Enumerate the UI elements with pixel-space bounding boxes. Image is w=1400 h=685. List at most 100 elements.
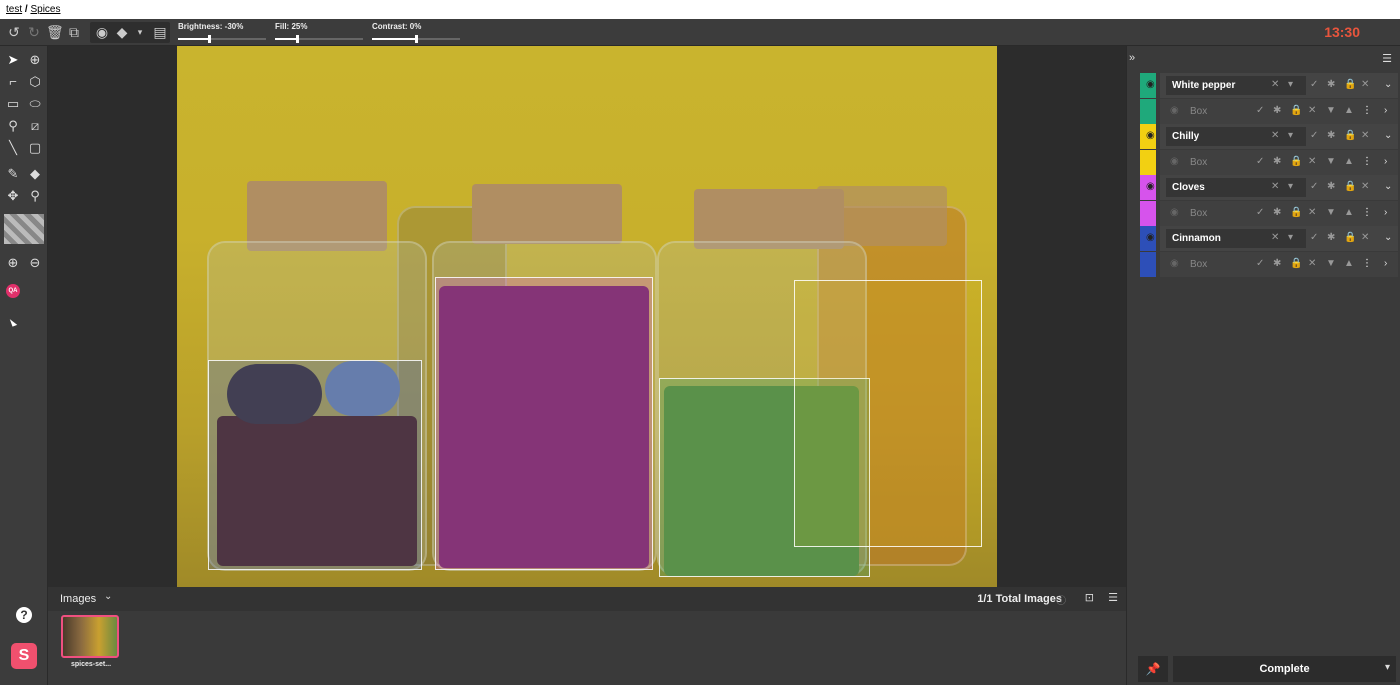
bug-icon[interactable]: ✱ [1327,79,1335,90]
annotation-row-1[interactable]: ◉ Box ✓ ✱ 🔒 ✕ ▼ ▲ ⋮ › [1140,150,1398,175]
class-row-1[interactable]: ◉ Chilly ✕ ▾ ✓ ✱ 🔒 ✕ ⌄ [1140,124,1398,149]
check-icon[interactable]: ✓ [1310,181,1318,192]
fill-slider[interactable]: Fill: 25% [275,22,363,43]
class-row-3[interactable]: ◉ Cinnamon ✕ ▾ ✓ ✱ 🔒 ✕ ⌄ [1140,226,1398,251]
eye-icon[interactable]: ◉ [94,24,110,40]
select-tool-icon[interactable]: ➤ [5,52,21,68]
complete-button[interactable]: Complete [1173,656,1396,682]
chevron-double-down-icon[interactable]: ⌄ [104,591,112,602]
class-visibility-icon[interactable]: ◉ [1146,232,1155,243]
class-visibility-icon[interactable]: ◉ [1146,130,1155,141]
images-panel-title[interactable]: Images [60,593,96,605]
close-icon[interactable]: ✕ [1361,130,1369,141]
close-icon[interactable]: ✕ [1308,258,1316,269]
thumbs-down-icon[interactable]: ▼ [1326,105,1336,116]
target-tool-icon[interactable]: ⊕ [27,52,43,68]
collapse-panel-icon[interactable]: » [1129,52,1135,64]
check-icon[interactable]: ✓ [1310,232,1318,243]
clear-icon[interactable]: ✕ [1271,130,1279,141]
annotation-row-3[interactable]: ◉ Box ✓ ✱ 🔒 ✕ ▼ ▲ ⋮ › [1140,252,1398,277]
lock-icon[interactable]: 🔒 [1290,156,1302,167]
move-tool-icon[interactable]: ✥ [5,188,21,204]
lock-icon[interactable]: 🔒 [1290,258,1302,269]
copy-icon[interactable]: ⧉ [66,24,82,40]
more-icon[interactable]: ⋮ [1362,156,1372,167]
focus-icon[interactable]: ⊡ [1085,591,1094,604]
breadcrumb-project[interactable]: test [6,4,22,15]
check-icon[interactable]: ✓ [1310,79,1318,90]
chevron-right-icon[interactable]: › [1384,156,1387,167]
check-icon[interactable]: ✓ [1256,207,1264,218]
class-row-2[interactable]: ◉ Cloves ✕ ▾ ✓ ✱ 🔒 ✕ ⌄ [1140,175,1398,200]
line-tool-icon[interactable]: ╲ [5,140,21,156]
clear-icon[interactable]: ✕ [1271,181,1279,192]
annotation-row-2[interactable]: ◉ Box ✓ ✱ 🔒 ✕ ▼ ▲ ⋮ › [1140,201,1398,226]
sort-icon[interactable]: ☰ [1382,52,1392,65]
close-icon[interactable]: ✕ [1308,105,1316,116]
more-icon[interactable]: ⋮ [1362,207,1372,218]
polygon-tool-icon[interactable]: ⬡ [27,74,43,90]
bug-icon[interactable]: ✱ [1273,105,1281,116]
more-icon[interactable]: ⋮ [1362,105,1372,116]
chevron-right-icon[interactable]: › [1384,105,1387,116]
clear-icon[interactable]: ✕ [1271,79,1279,90]
lock-icon[interactable]: 🔒 [1344,79,1356,90]
class-visibility-icon[interactable]: ◉ [1146,79,1155,90]
class-name[interactable]: White pepper [1172,80,1235,91]
expand-icon[interactable]: ⌄ [1384,79,1392,90]
more-icon[interactable]: ⋮ [1362,258,1372,269]
expand-icon[interactable]: ⌄ [1384,181,1392,192]
expand-icon[interactable]: ⌄ [1384,232,1392,243]
bbox-chilly[interactable] [794,280,982,547]
annotation-eye-icon[interactable]: ◉ [1170,207,1179,218]
thumbs-up-icon[interactable]: ▲ [1344,105,1354,116]
thumbs-up-icon[interactable]: ▲ [1344,258,1354,269]
polyline-tool-icon[interactable]: ⌐ [5,74,21,90]
check-icon[interactable]: ✓ [1256,258,1264,269]
thumbs-up-icon[interactable]: ▲ [1344,207,1354,218]
lock-icon[interactable]: 🔒 [1290,207,1302,218]
help-icon[interactable]: ? [16,607,32,623]
breadcrumb-dataset[interactable]: Spices [30,4,60,15]
class-visibility-icon[interactable]: ◉ [1146,181,1155,192]
thumbs-down-icon[interactable]: ▼ [1326,207,1336,218]
zoom-out-icon[interactable]: ⊖ [27,255,43,271]
bug-icon[interactable]: ✱ [1273,156,1281,167]
class-name[interactable]: Cinnamon [1172,233,1221,244]
close-icon[interactable]: ✕ [1361,181,1369,192]
rectangle-tool-icon[interactable]: ▭ [5,96,21,112]
chevron-right-icon[interactable]: › [1384,258,1387,269]
expand-icon[interactable]: ⌄ [1384,130,1392,141]
chevron-right-icon[interactable]: › [1384,207,1387,218]
bug-icon[interactable]: ✱ [1273,258,1281,269]
bug-icon[interactable]: ✱ [1327,232,1335,243]
ellipse-tool-icon[interactable]: ⬭ [27,96,43,112]
lock-icon[interactable]: 🔒 [1344,130,1356,141]
annotation-eye-icon[interactable]: ◉ [1170,105,1179,116]
chevron-down-icon[interactable]: ▾ [1288,79,1293,90]
class-name[interactable]: Cloves [1172,182,1205,193]
pin-icon[interactable]: 📌 [1138,656,1168,682]
chevron-down-icon[interactable]: ▾ [1288,181,1293,192]
bbox-cinnamon[interactable] [208,360,422,570]
lock-icon[interactable]: 🔒 [1290,105,1302,116]
pattern-tool[interactable] [4,214,44,244]
contrast-slider[interactable]: Contrast: 0% [372,22,460,43]
annotation-row-0[interactable]: ◉ Box ✓ ✱ 🔒 ✕ ▼ ▲ ⋮ › [1140,99,1398,124]
pin-tool-icon[interactable]: ⚲ [27,188,43,204]
annotation-eye-icon[interactable]: ◉ [1170,258,1179,269]
chevron-down-icon[interactable]: ▾ [132,24,148,40]
annotation-canvas[interactable] [48,46,1126,587]
close-icon[interactable]: ✕ [1308,156,1316,167]
thumbs-up-icon[interactable]: ▲ [1344,156,1354,167]
zoom-in-icon[interactable]: ⊕ [5,255,21,271]
thumbs-down-icon[interactable]: ▼ [1326,258,1336,269]
comment-tool-icon[interactable]: ▢ [27,140,43,156]
qa-badge[interactable]: QA [6,284,20,298]
bbox-cloves[interactable] [435,277,653,570]
close-icon[interactable]: ✕ [1361,79,1369,90]
image-thumbnail[interactable] [61,615,119,658]
delete-icon[interactable]: 🗑 [46,24,64,40]
bug-icon[interactable]: ✱ [1273,207,1281,218]
clear-icon[interactable]: ✕ [1271,232,1279,243]
